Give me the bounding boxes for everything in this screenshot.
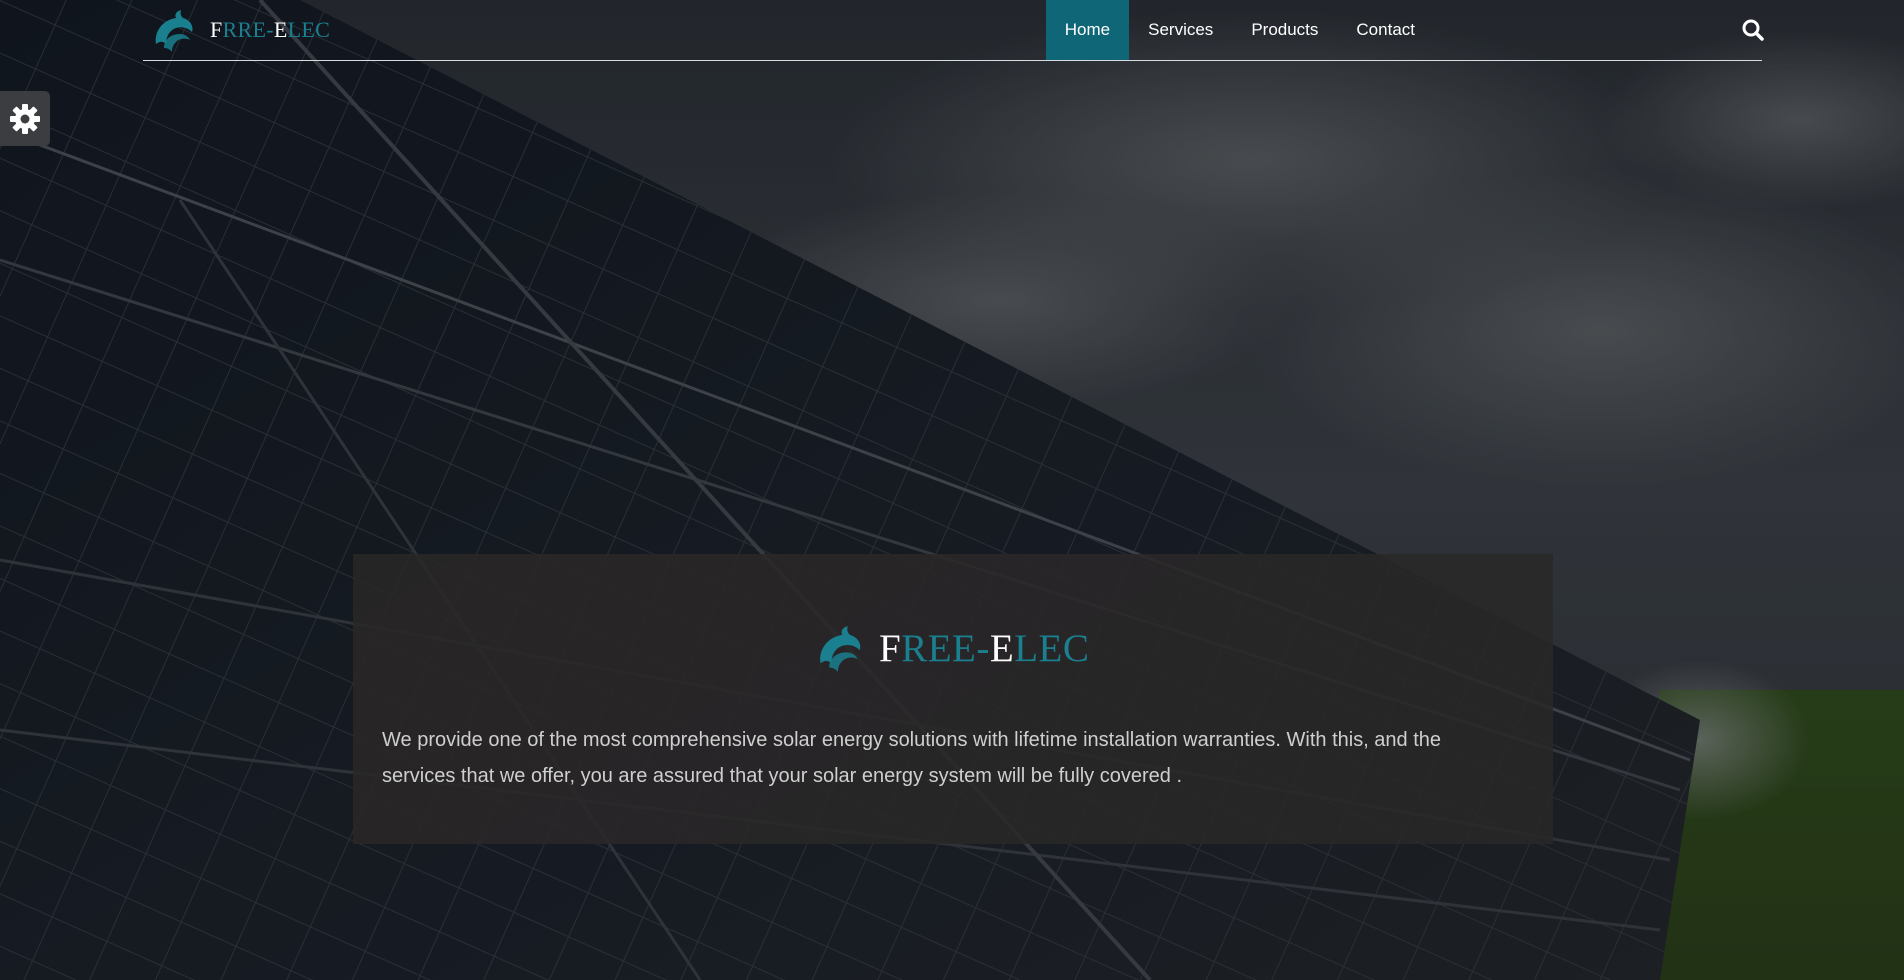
brand-name: FRRE-ELEC	[210, 17, 331, 42]
hero-brand-name: FREE-ELEC	[879, 626, 1090, 670]
gear-icon	[10, 103, 40, 134]
search-icon[interactable]	[1740, 17, 1766, 43]
main-nav: Home Services Products Contact	[1045, 0, 1434, 60]
nav-home[interactable]: Home	[1045, 0, 1130, 60]
navbar: FRRE-ELEC Home Services Products Contact	[0, 0, 1904, 62]
hero-brand: FREE-ELEC	[813, 624, 1089, 672]
hero-description: We provide one of the most comprehensive…	[382, 729, 1442, 787]
settings-toggle-button[interactable]	[0, 91, 50, 146]
nav-products[interactable]: Products	[1232, 0, 1337, 60]
dolphin-logo-icon	[155, 10, 193, 52]
nav-services[interactable]: Services	[1129, 0, 1232, 60]
brand-logo-link[interactable]: FRRE-ELEC	[150, 8, 330, 52]
nav-contact[interactable]: Contact	[1337, 0, 1434, 60]
dolphin-logo-icon	[820, 626, 861, 672]
navbar-divider	[143, 60, 1762, 61]
hero-intro-card: FREE-ELEC We provide one of the most com…	[353, 554, 1553, 844]
